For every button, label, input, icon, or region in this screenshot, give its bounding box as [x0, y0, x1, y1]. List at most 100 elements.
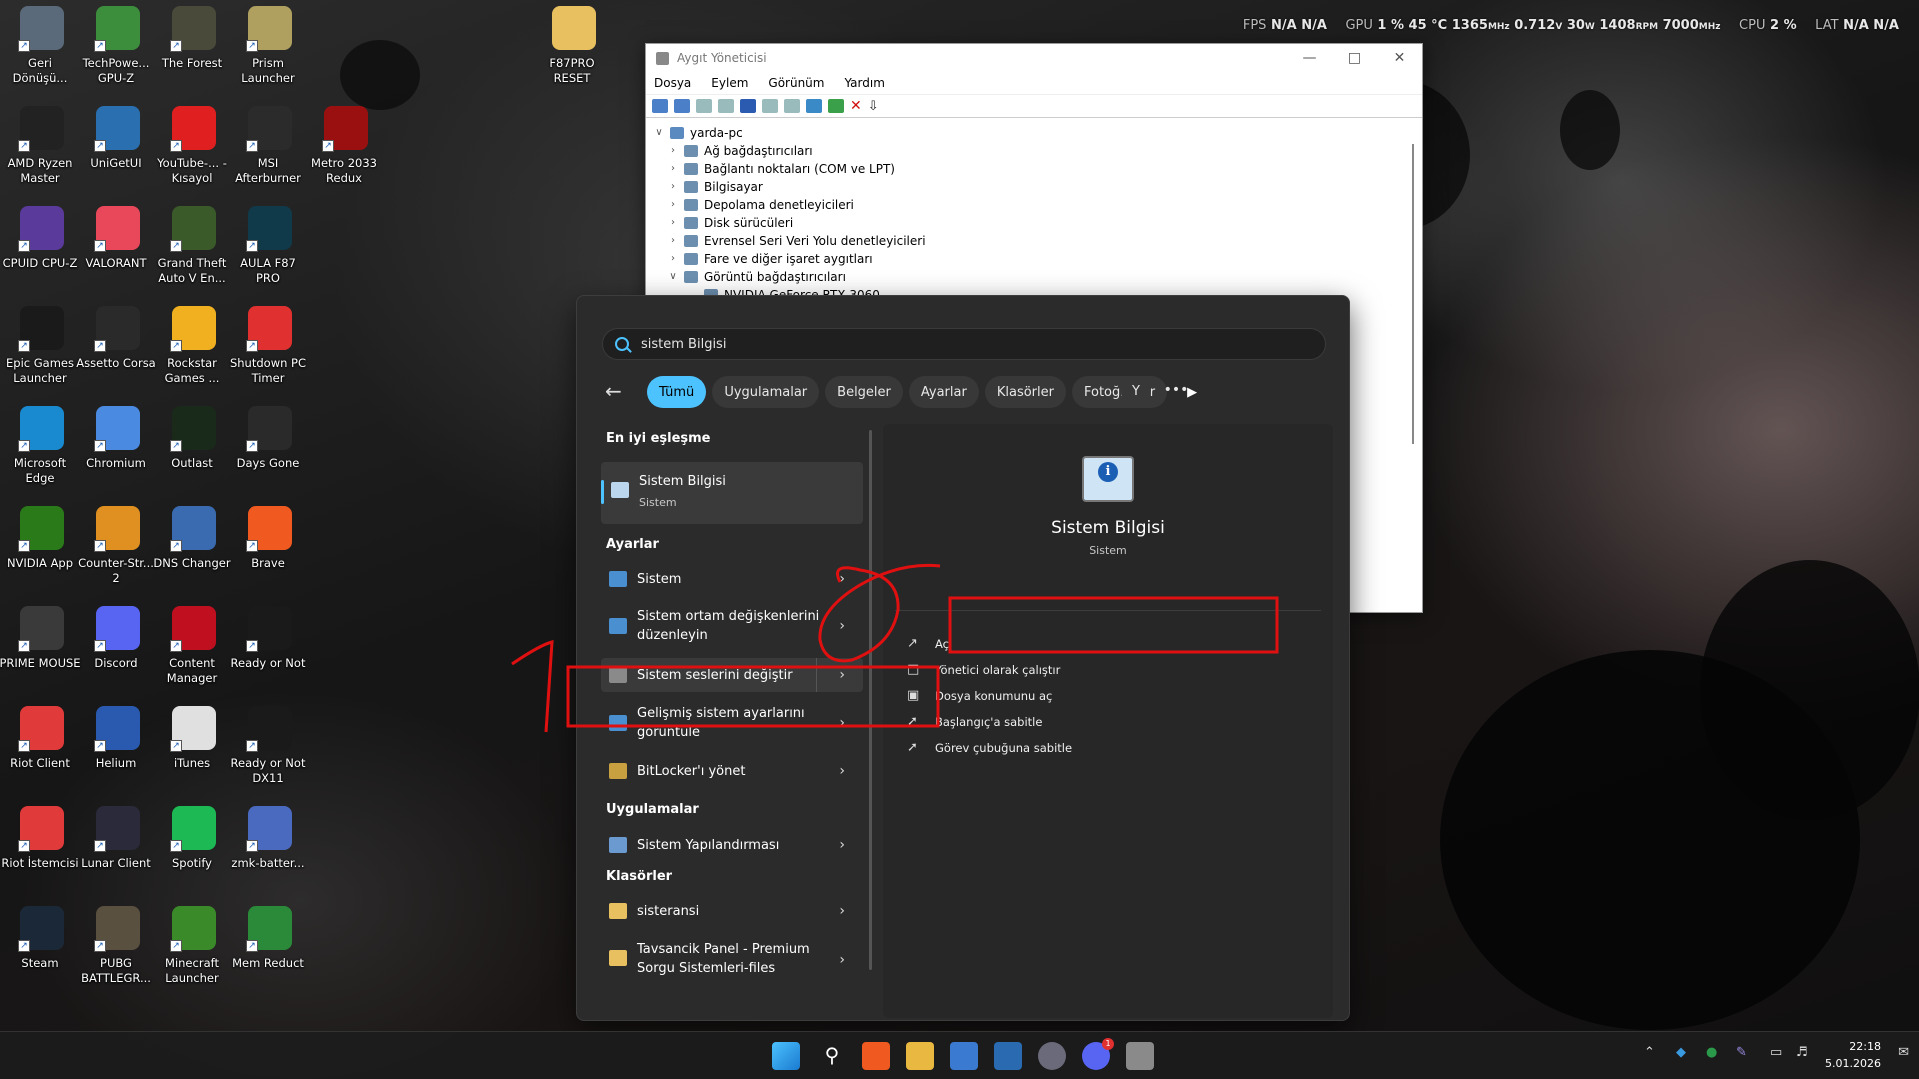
system-clock[interactable]: 22:18 5.01.2026: [1825, 1038, 1881, 1072]
tree-node[interactable]: › Evrensel Seri Veri Yolu denetleyicileri: [652, 232, 1422, 250]
filter-settings[interactable]: Ayarlar: [908, 376, 979, 408]
desktop-icon[interactable]: ↗ PUBG BATTLEGR...: [79, 900, 153, 996]
download-icon[interactable]: ⇩: [868, 99, 879, 114]
device-manager-icon[interactable]: [1126, 1042, 1154, 1070]
settings-item-sounds[interactable]: Sistem seslerini değiştir ›: [601, 658, 863, 692]
list-icon[interactable]: [762, 99, 778, 113]
chevron-right-icon[interactable]: ›: [666, 142, 680, 160]
uninstall-icon[interactable]: ✕: [850, 98, 862, 114]
chevron-right-icon[interactable]: ›: [666, 178, 680, 196]
brave-icon[interactable]: [862, 1042, 890, 1070]
results-scrollbar[interactable]: [869, 430, 872, 970]
desktop-icon[interactable]: F87PRO RESET: [535, 0, 609, 96]
title-bar[interactable]: Aygıt Yöneticisi — □ ✕: [646, 44, 1422, 72]
nvidia-icon[interactable]: ●: [1706, 1045, 1717, 1060]
search-input[interactable]: sistem Bilgisi: [602, 328, 1326, 360]
properties-icon[interactable]: [718, 99, 734, 113]
chevron-right-icon[interactable]: ›: [666, 250, 680, 268]
menu-eylem[interactable]: Eylem: [711, 76, 748, 90]
settings-gear-icon[interactable]: [1038, 1042, 1066, 1070]
best-match-item[interactable]: Sistem Bilgisi Sistem: [601, 462, 863, 524]
forward-icon[interactable]: [674, 99, 690, 113]
monitor-icon[interactable]: [806, 99, 822, 113]
desktop-icon[interactable]: ↗ CPUID CPU-Z: [3, 200, 77, 296]
desktop-icon[interactable]: ↗ zmk-batter...: [231, 800, 305, 896]
photos-icon[interactable]: [994, 1042, 1022, 1070]
volume-icon[interactable]: ♬: [1796, 1045, 1808, 1060]
search-icon[interactable]: ⚲: [818, 1042, 846, 1070]
desktop-icon[interactable]: ↗ AMD Ryzen Master: [3, 100, 77, 196]
desktop-icon[interactable]: ↗ YouTube-... - Kısayol: [155, 100, 229, 196]
desktop-icon[interactable]: ↗ PRIME MOUSE: [0, 600, 81, 696]
tree-node[interactable]: › Depolama denetleyicileri: [652, 196, 1422, 214]
desktop-icon[interactable]: ↗ Riot Client: [3, 700, 77, 796]
close-button[interactable]: ✕: [1377, 44, 1422, 72]
chevron-right-icon[interactable]: ›: [839, 715, 845, 731]
back-icon[interactable]: [652, 99, 668, 113]
desktop-icon[interactable]: ↗ Microsoft Edge: [3, 400, 77, 496]
desktop-icon[interactable]: ↗ VALORANT: [79, 200, 153, 296]
desktop-icon[interactable]: ↗ iTunes: [155, 700, 229, 796]
desktop-icon[interactable]: ↗ Riot İstemcisi: [1, 800, 79, 896]
file-explorer-icon[interactable]: [906, 1042, 934, 1070]
help-icon[interactable]: [740, 99, 756, 113]
menu-dosya[interactable]: Dosya: [654, 76, 691, 90]
desktop-icon[interactable]: ↗ AULA F87 PRO: [231, 200, 305, 296]
tree-node[interactable]: › Fare ve diğer işaret aygıtları: [652, 250, 1422, 268]
desktop-icon[interactable]: ↗ Ready or Not DX11: [231, 700, 305, 796]
action-run-as-admin[interactable]: □ Yönetici olarak çalıştır: [907, 662, 1060, 677]
vertical-scrollbar[interactable]: [1412, 144, 1414, 444]
filter-photos[interactable]: Fotoğraflar: [1071, 376, 1168, 408]
desktop-icon[interactable]: ↗ Rockstar Games ...: [155, 300, 229, 396]
desktop-icon[interactable]: ↗ Shutdown PC Timer: [230, 300, 306, 396]
folder-item-tavsancik[interactable]: Tavsancik Panel - Premium Sorgu Sistemle…: [601, 934, 863, 982]
desktop-icon[interactable]: ↗ Chromium: [79, 400, 153, 496]
tree-root[interactable]: ∨ yarda-pc: [652, 124, 1422, 142]
desktop-icon[interactable]: ↗ Counter-Str... 2: [78, 500, 154, 596]
tree-node[interactable]: › Ağ bağdaştırıcıları: [652, 142, 1422, 160]
desktop-icon[interactable]: ↗ MSI Afterburner: [231, 100, 305, 196]
desktop-icon[interactable]: ↗ TechPowe... GPU-Z: [79, 0, 153, 96]
desktop-icon[interactable]: ↗ Steam: [3, 900, 77, 996]
desktop-icon[interactable]: ↗ Epic Games Launcher: [3, 300, 77, 396]
folder-item-sisteransi[interactable]: sisteransi ›: [601, 894, 863, 928]
chevron-right-icon[interactable]: ›: [666, 196, 680, 214]
action-open-location[interactable]: ▣ Dosya konumunu aç: [907, 688, 1052, 703]
menu-gorunum[interactable]: Görünüm: [768, 76, 824, 90]
tree-node[interactable]: › Bağlantı noktaları (COM ve LPT): [652, 160, 1422, 178]
chevron-right-icon[interactable]: ›: [839, 667, 845, 683]
chevron-right-icon[interactable]: ›: [666, 232, 680, 250]
desktop-icon[interactable]: ↗ NVIDIA App: [3, 500, 77, 596]
desktop-icon[interactable]: ↗ Prism Launcher: [231, 0, 305, 96]
chevron-right-icon[interactable]: ›: [839, 952, 845, 968]
chevron-right-icon[interactable]: ›: [839, 903, 845, 919]
desktop-icon[interactable]: ↗ DNS Changer: [153, 500, 231, 596]
desktop-icon[interactable]: ↗ The Forest: [155, 0, 229, 96]
back-arrow-icon[interactable]: ←: [605, 379, 631, 405]
chevron-right-icon[interactable]: ›: [839, 618, 845, 634]
settings-item-advanced[interactable]: Gelişmiş sistem ayarlarını görüntüle ›: [601, 700, 863, 746]
search-query[interactable]: sistem Bilgisi: [641, 337, 726, 352]
avatar[interactable]: Y: [1121, 376, 1151, 406]
chevron-up-icon[interactable]: ⌃: [1644, 1045, 1655, 1060]
tree-node[interactable]: › Disk sürücüleri: [652, 214, 1422, 232]
settings-item-env-vars[interactable]: Sistem ortam değişkenlerini düzenleyin ›: [601, 602, 863, 650]
chevron-down-icon[interactable]: ∨: [652, 124, 666, 142]
chevron-right-icon[interactable]: ›: [666, 160, 680, 178]
network-icon[interactable]: ▭: [1770, 1045, 1782, 1060]
discord-icon[interactable]: 1: [1082, 1038, 1114, 1070]
settings-item-sistem[interactable]: Sistem ›: [601, 562, 863, 596]
chevron-down-icon[interactable]: ∨: [666, 268, 680, 286]
pen-icon[interactable]: ✎: [1736, 1045, 1747, 1060]
chevron-right-icon[interactable]: ›: [839, 763, 845, 779]
update-driver-icon[interactable]: [828, 99, 844, 113]
desktop-icon[interactable]: ↗ Mem Reduct: [231, 900, 305, 996]
desktop-icon[interactable]: ↗ Minecraft Launcher: [155, 900, 229, 996]
more-options-icon[interactable]: •••: [1161, 376, 1191, 406]
desktop-icon[interactable]: ↗ UniGetUI: [79, 100, 153, 196]
desktop-icon[interactable]: ↗ Helium: [79, 700, 153, 796]
desktop-icon[interactable]: ↗ Ready or Not: [231, 600, 305, 696]
desktop-icon[interactable]: ↗ Grand Theft Auto V En...: [155, 200, 229, 296]
action-open[interactable]: ↗ Aç: [907, 636, 949, 651]
desktop-icon[interactable]: ↗ Lunar Client: [79, 800, 153, 896]
